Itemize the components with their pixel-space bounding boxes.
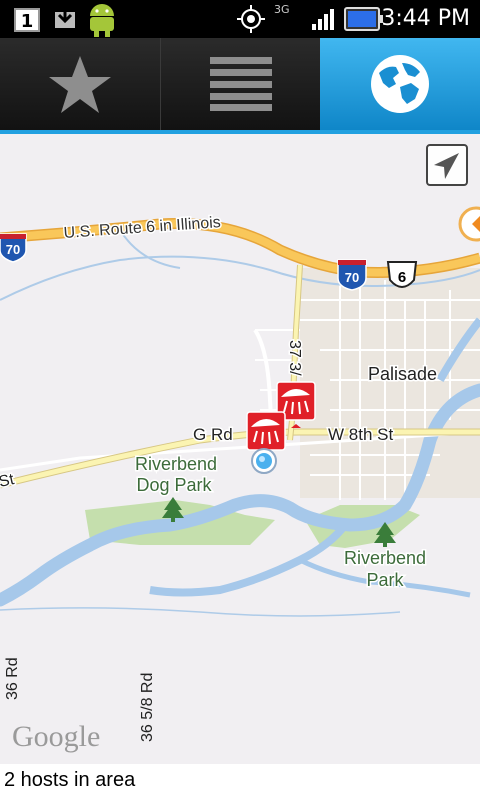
list-icon <box>209 57 272 111</box>
place-label-park-2: Park <box>366 570 404 590</box>
svg-text:70: 70 <box>6 242 20 257</box>
road-label-st: St <box>0 471 16 491</box>
current-location-dot <box>251 448 277 474</box>
road-label-37: 37 3/ <box>286 340 303 376</box>
interstate-shield-left: 70 <box>0 233 27 263</box>
android-icon <box>86 0 118 42</box>
my-location-button[interactable] <box>426 144 468 186</box>
host-marker[interactable] <box>246 411 286 451</box>
road-label-36-5-8-rd: 36 5/8 Rd <box>139 673 156 742</box>
signal-icon <box>310 6 338 36</box>
star-icon <box>49 56 111 113</box>
globe-icon <box>371 55 429 113</box>
place-label-park-1: Riverbend <box>344 548 426 568</box>
notification-count-icon: 1 <box>14 8 40 36</box>
tab-list[interactable] <box>161 38 320 130</box>
navigation-arrow-icon <box>434 153 459 179</box>
road-label-36-rd: 36 Rd <box>4 657 21 700</box>
place-label-dog-park-2: Dog Park <box>136 475 212 495</box>
tab-map[interactable] <box>320 38 480 130</box>
us-route-shield: 6 <box>386 261 418 288</box>
gps-icon <box>236 4 266 38</box>
highway-label: U.S. Route 6 in Illinois <box>63 214 221 242</box>
svg-text:6: 6 <box>398 269 406 286</box>
road-label-g-rd: G Rd <box>193 425 233 444</box>
place-label-palisade: Palisade <box>368 364 437 384</box>
svg-text:1: 1 <box>21 11 34 32</box>
map-canvas: U.S. Route 6 in Illinois 70 70 6 G Rd W … <box>0 206 480 753</box>
download-icon <box>52 4 78 36</box>
clock: 3:44 PM <box>381 6 470 31</box>
svg-text:70: 70 <box>345 270 359 285</box>
road-label-w-8th-st: W 8th St <box>328 425 393 444</box>
status-bar: 1 3G 3:44 PM <box>0 0 480 38</box>
battery-icon <box>344 6 384 36</box>
offscreen-marker[interactable] <box>458 206 480 242</box>
interstate-shield-right: 70 <box>337 259 367 291</box>
place-label-dog-park-1: Riverbend <box>135 454 217 474</box>
map-view[interactable]: U.S. Route 6 in Illinois 70 70 6 G Rd W … <box>0 134 480 764</box>
footer: 2 hosts in area <box>0 764 480 800</box>
tab-favorites[interactable] <box>0 38 161 130</box>
network-type-label: 3G <box>274 3 290 16</box>
hosts-count-text: 2 hosts in area <box>4 769 136 791</box>
google-attribution: Google <box>12 720 100 753</box>
tab-bar <box>0 38 480 130</box>
